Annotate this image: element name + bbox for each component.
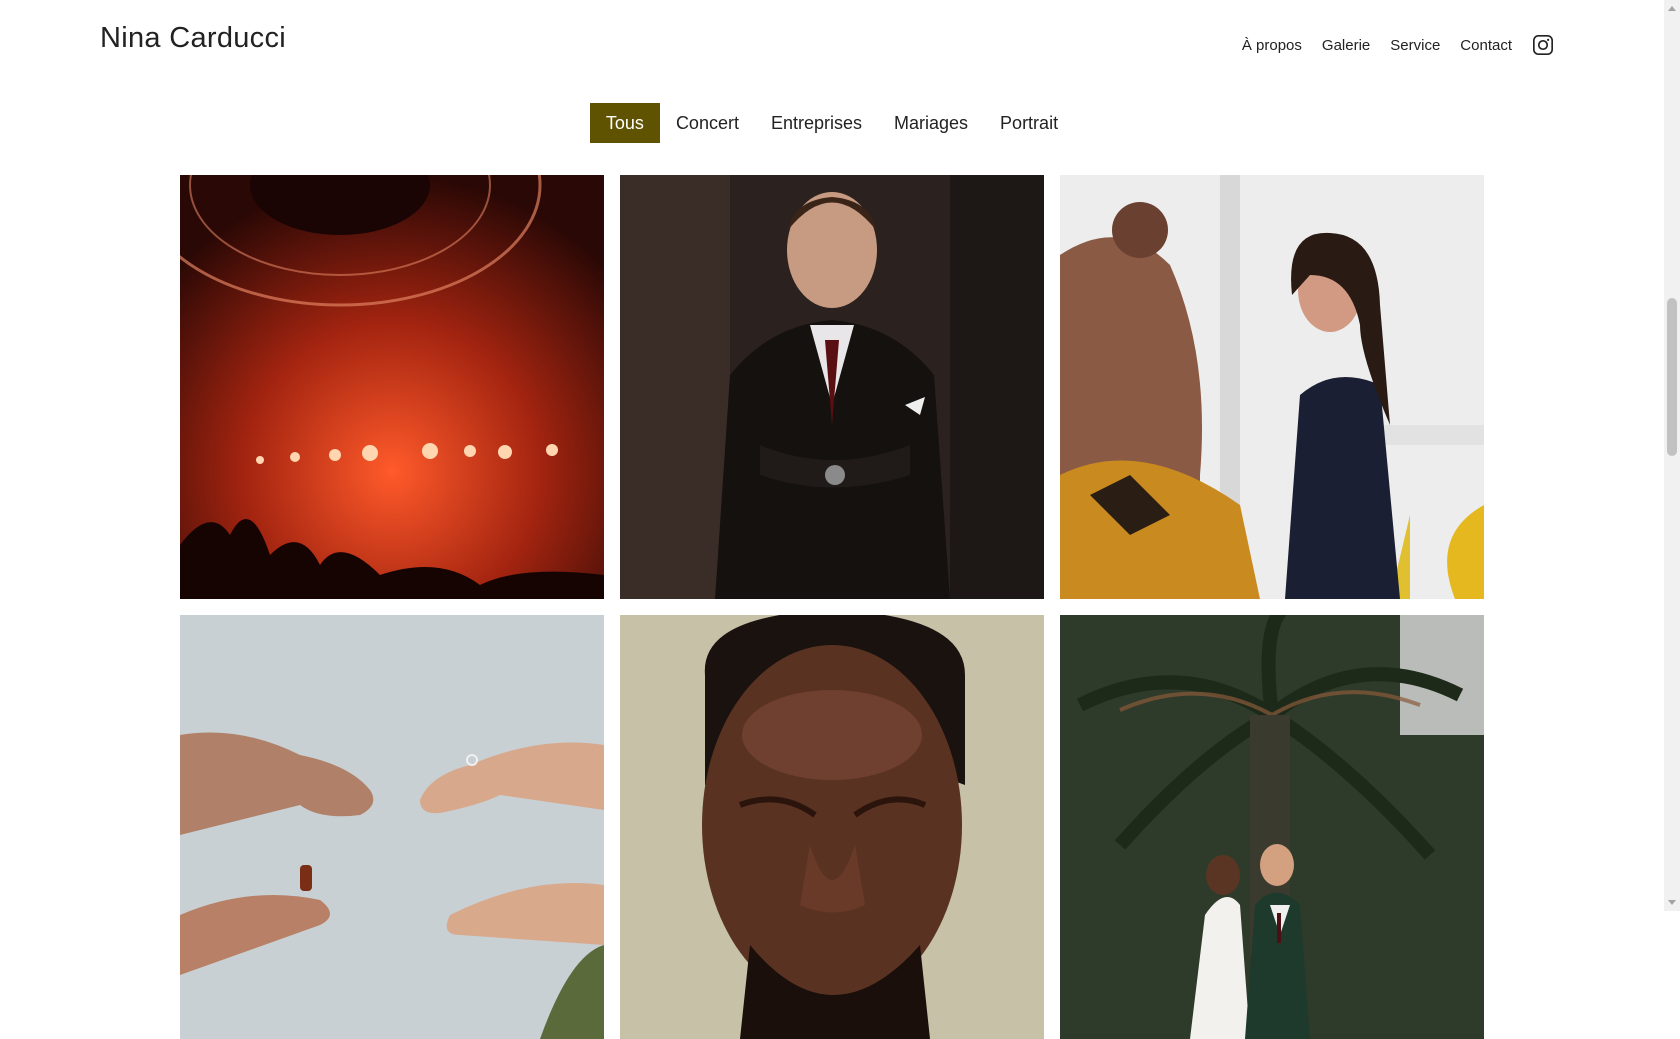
page-scrollbar[interactable]: [1664, 0, 1680, 911]
gallery-filters: Tous Concert Entreprises Mariages Portra…: [0, 103, 1664, 143]
photo-gallery: [180, 175, 1484, 1039]
instagram-icon[interactable]: [1532, 34, 1554, 56]
office-woman-photo: [1060, 175, 1484, 599]
gallery-photo-wedding-couple[interactable]: [1060, 615, 1484, 1039]
gallery-photo-wedding-hands[interactable]: [180, 615, 604, 1039]
business-man-photo: [620, 175, 1044, 599]
concert-photo: [180, 175, 604, 599]
filter-concert[interactable]: Concert: [660, 103, 755, 143]
filter-tous[interactable]: Tous: [589, 103, 660, 143]
gallery-photo-business-man[interactable]: [620, 175, 1044, 599]
wedding-hands-photo: [180, 615, 604, 1039]
scroll-up-icon[interactable]: [1668, 6, 1676, 11]
gallery-photo-office-woman[interactable]: [1060, 175, 1484, 599]
scroll-down-icon[interactable]: [1668, 900, 1676, 905]
nav-link-a-propos[interactable]: À propos: [1242, 37, 1302, 54]
nav-link-contact[interactable]: Contact: [1460, 37, 1512, 54]
gallery-photo-concert[interactable]: [180, 175, 604, 599]
portrait-man-photo: [620, 615, 1044, 1039]
filter-entreprises[interactable]: Entreprises: [755, 103, 878, 143]
wedding-couple-photo: [1060, 615, 1484, 1039]
filter-portrait[interactable]: Portrait: [984, 103, 1074, 143]
gallery-photo-portrait-man[interactable]: [620, 615, 1044, 1039]
nav-link-service[interactable]: Service: [1390, 37, 1440, 54]
main-nav: À propos Galerie Service Contact: [1242, 34, 1554, 56]
scroll-thumb[interactable]: [1667, 298, 1677, 456]
nav-link-galerie[interactable]: Galerie: [1322, 37, 1370, 54]
site-brand[interactable]: Nina Carducci: [100, 22, 286, 55]
filter-mariages[interactable]: Mariages: [878, 103, 984, 143]
site-header: Nina Carducci À propos Galerie Service C…: [0, 0, 1664, 90]
